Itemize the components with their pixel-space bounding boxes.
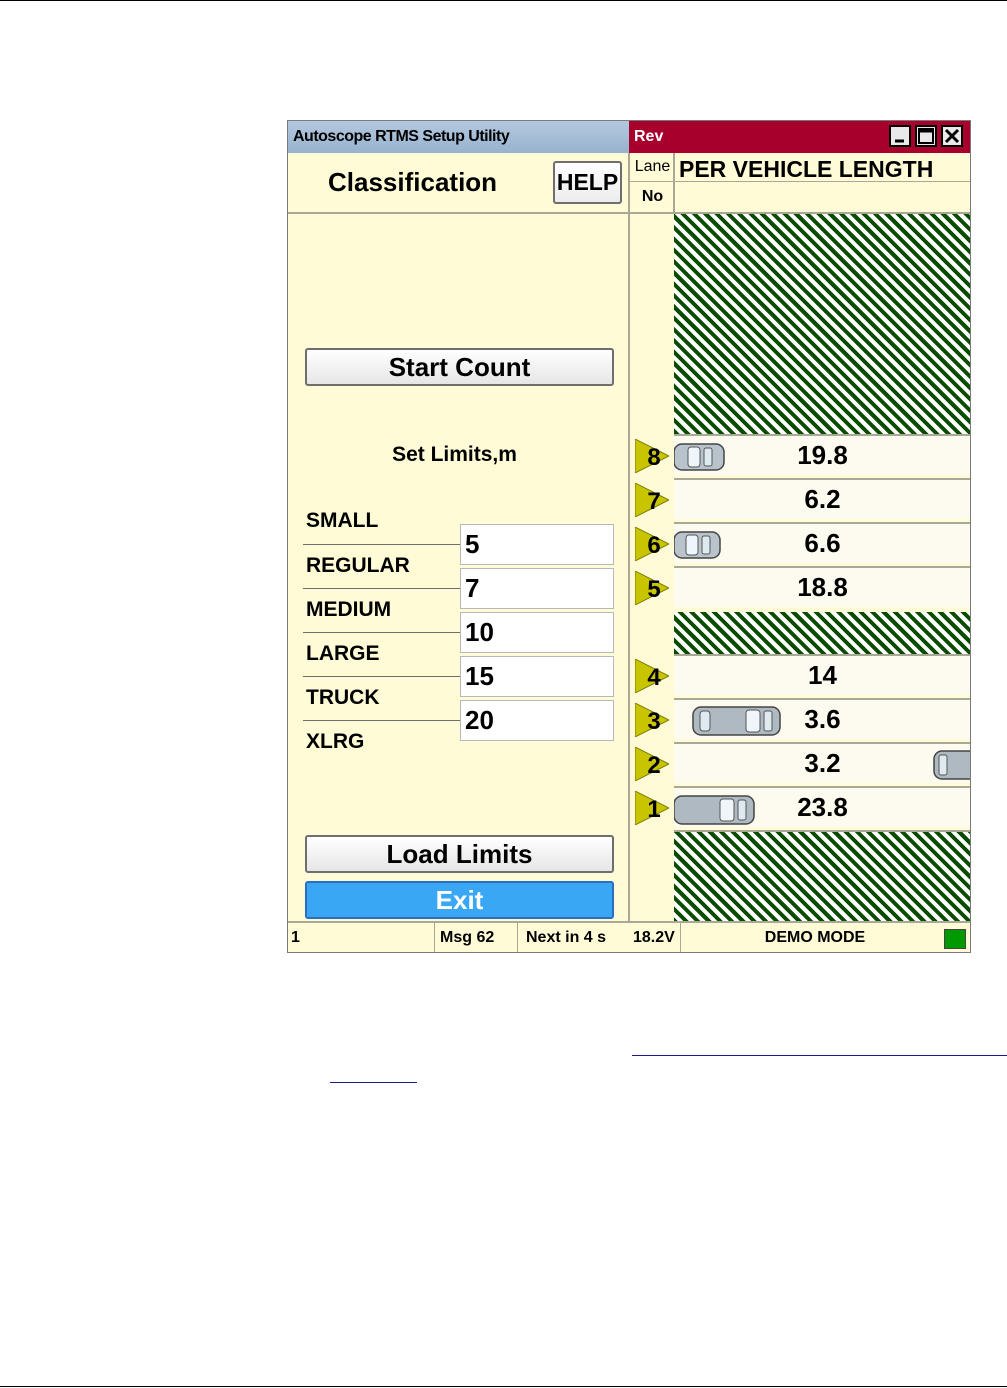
- limit-input-large-truck[interactable]: 15: [460, 656, 614, 697]
- status-next: Next in 4 s: [526, 929, 607, 946]
- page-bottom-rule: [0, 1386, 1007, 1387]
- window-title: Autoscope RTMS Setup Utility: [288, 121, 629, 153]
- page-top-rule: [0, 0, 1007, 1]
- class-label-medium: MEDIUM: [306, 598, 392, 621]
- class-separator: [303, 632, 460, 633]
- chart-title: PER VEHICLE LENGTH: [679, 156, 934, 182]
- rtms-setup-window: Autoscope RTMS Setup Utility Rev Classif…: [287, 120, 971, 953]
- lane-number: 1: [647, 796, 661, 823]
- set-limits-label: Set Limits,m: [392, 443, 517, 466]
- close-icon[interactable]: [941, 125, 963, 147]
- status-mode: DEMO MODE: [764, 929, 866, 946]
- status-cell-1: 1: [291, 929, 300, 946]
- status-indicator: [944, 929, 966, 949]
- class-label-small: SMALL: [306, 509, 379, 532]
- lane-value-6: 6.6: [804, 528, 841, 558]
- class-separator: [303, 544, 460, 545]
- lane-number: 8: [647, 444, 661, 471]
- panel-divider: [628, 153, 630, 923]
- hyperlink-underline[interactable]: [632, 1055, 1007, 1056]
- start-count-button[interactable]: Start Count: [305, 348, 614, 386]
- lane-value-4: 14: [808, 660, 837, 690]
- barrier-hatch-top: [674, 214, 970, 434]
- lane-number: 4: [647, 664, 661, 691]
- lane-number: 7: [647, 488, 661, 515]
- class-label-xlrg: XLRG: [306, 730, 365, 753]
- limit-input-truck-xlrg[interactable]: 20: [460, 700, 614, 741]
- status-separator: [517, 923, 518, 952]
- section-title: Classification: [328, 167, 498, 197]
- limit-input-regular-medium[interactable]: 7: [460, 568, 614, 609]
- barrier-hatch-bottom: [674, 832, 970, 923]
- class-separator: [303, 588, 460, 589]
- status-voltage: 18.2V: [633, 929, 675, 946]
- limit-input-medium-large[interactable]: 10: [460, 612, 614, 653]
- lane-value-2: 3.2: [804, 748, 841, 778]
- class-separator: [303, 676, 460, 677]
- class-label-regular: REGULAR: [306, 554, 410, 577]
- lane-value-7: 6.2: [804, 484, 841, 514]
- lane-number: 5: [647, 576, 661, 603]
- lane-value-8: 19.8: [797, 440, 848, 470]
- class-label-truck: TRUCK: [306, 686, 380, 709]
- lane-value-3: 3.6: [804, 704, 841, 734]
- load-limits-button[interactable]: Load Limits: [305, 835, 614, 873]
- lane-header: Lane: [634, 158, 671, 175]
- no-header: No: [641, 188, 664, 205]
- help-button[interactable]: HELP: [553, 161, 622, 204]
- status-msg: Msg 62: [440, 929, 495, 946]
- lane-number: 3: [647, 708, 661, 735]
- class-label-large: LARGE: [306, 642, 380, 665]
- barrier-hatch-middle: [674, 612, 970, 654]
- minimize-icon[interactable]: [889, 125, 911, 147]
- lane-value-5: 18.8: [797, 572, 848, 602]
- lane-number: 6: [647, 532, 661, 559]
- lane-number: 2: [647, 752, 661, 779]
- lane-bottom-border: [674, 830, 970, 832]
- class-separator: [303, 720, 460, 721]
- limit-input-small-regular[interactable]: 5: [460, 524, 614, 565]
- hyperlink-underline[interactable]: [330, 1082, 417, 1083]
- maximize-icon[interactable]: [915, 125, 937, 147]
- exit-button[interactable]: Exit: [305, 881, 614, 919]
- status-separator: [434, 923, 435, 952]
- lane-value-1: 23.8: [797, 792, 848, 822]
